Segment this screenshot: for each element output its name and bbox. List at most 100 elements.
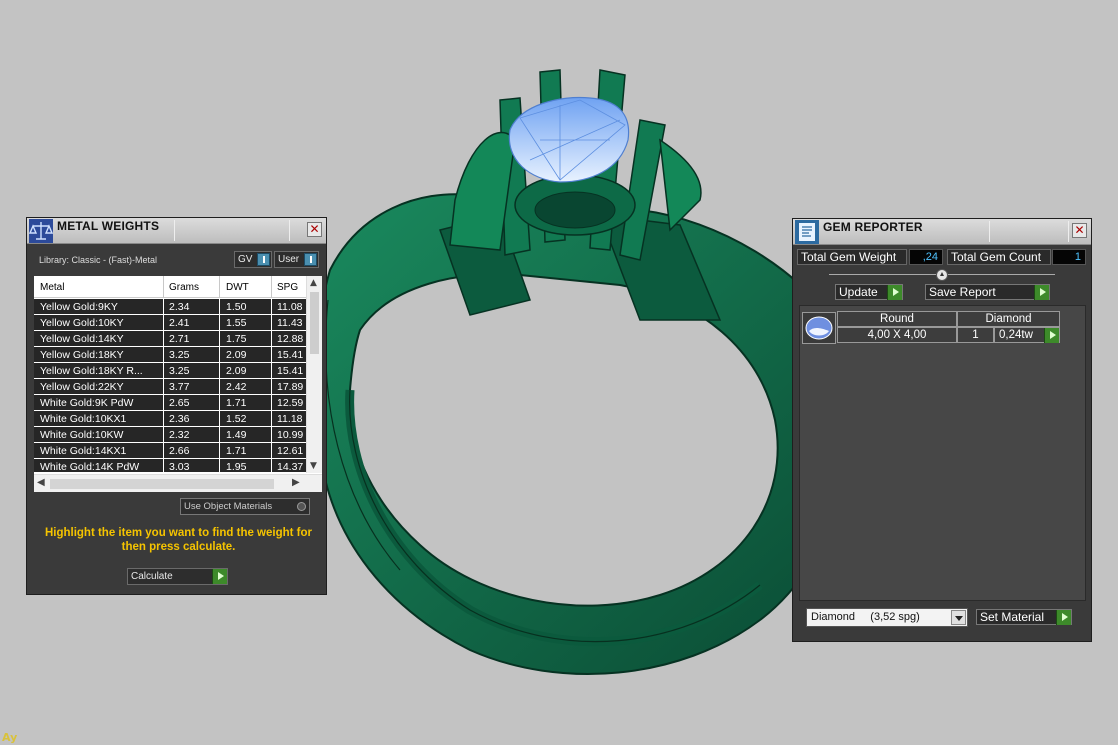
calculate-button[interactable]: Calculate (127, 568, 228, 585)
gem-material-header: Diamond (957, 311, 1060, 327)
total-gem-count-value: 1 (1052, 249, 1086, 265)
table-row[interactable]: White Gold:14K PdW 3.03 1.95 14.37 (34, 459, 306, 472)
size-slider-handle[interactable] (936, 269, 948, 281)
gem-shape-header: Round (837, 311, 957, 327)
table-cell-metal: Yellow Gold:18KY (40, 349, 124, 361)
gem-reporter-panel: GEM REPORTER ✕ Total Gem Weight ,24 Tota… (792, 218, 1092, 642)
total-gem-weight-label: Total Gem Weight (797, 249, 907, 265)
table-cell-metal: White Gold:14KX1 (40, 445, 127, 457)
table-cell-metal: White Gold:10KX1 (40, 413, 127, 425)
table-cell-grams: 3.25 (169, 349, 190, 361)
table-row[interactable]: Yellow Gold:18KY 3.25 2.09 15.41 (34, 347, 306, 363)
round-gem-icon[interactable] (802, 312, 836, 344)
gem-weight-value: 0,24tw (999, 329, 1033, 341)
gv-toggle[interactable]: GV (234, 251, 272, 268)
play-arrow-icon (212, 569, 227, 584)
gem-reporter-title: GEM REPORTER (823, 220, 923, 234)
table-cell-grams: 2.65 (169, 397, 190, 409)
table-cell-spg: 11.08 (277, 301, 303, 313)
radio-icon (297, 502, 306, 511)
column-header-dwt[interactable]: DWT (226, 282, 249, 293)
info-icon (304, 253, 317, 266)
scroll-right-icon[interactable]: ▶ (292, 477, 300, 488)
column-header-metal[interactable]: Metal (40, 282, 64, 293)
close-icon[interactable]: ✕ (1072, 223, 1087, 238)
table-cell-dwt: 2.09 (226, 349, 247, 361)
table-row[interactable]: Yellow Gold:18KY R... 3.25 2.09 15.41 (34, 363, 306, 379)
table-cell-grams: 2.34 (169, 301, 190, 313)
table-cell-spg: 12.88 (277, 333, 304, 345)
table-cell-dwt: 1.71 (226, 445, 247, 457)
table-cell-metal: Yellow Gold:18KY R... (40, 365, 143, 377)
table-cell-spg: 10.99 (277, 429, 304, 441)
table-row[interactable]: Yellow Gold:14KY 2.71 1.75 12.88 (34, 331, 306, 347)
table-row[interactable]: White Gold:10KW 2.32 1.49 10.99 (34, 427, 306, 443)
scroll-up-icon[interactable]: ▲ (310, 278, 317, 288)
table-cell-dwt: 2.09 (226, 365, 247, 377)
table-row[interactable]: Yellow Gold:22KY 3.77 2.42 17.89 (34, 379, 306, 395)
table-cell-grams: 3.03 (169, 461, 190, 472)
table-cell-metal: Yellow Gold:22KY (40, 381, 124, 393)
gem-weight-cell[interactable]: 0,24tw (994, 327, 1060, 343)
save-report-button[interactable]: Save Report (925, 284, 1050, 300)
column-header-grams[interactable]: Grams (169, 282, 199, 293)
scroll-left-icon[interactable]: ◀ (37, 477, 45, 488)
scroll-down-icon[interactable]: ▼ (310, 461, 317, 471)
scroll-thumb[interactable] (310, 292, 319, 354)
material-select[interactable]: Diamond (3,52 spg) (806, 608, 968, 627)
table-cell-dwt: 1.95 (226, 461, 247, 472)
table-cell-spg: 17.89 (277, 381, 304, 393)
gv-label: GV (238, 254, 253, 265)
table-cell-spg: 11.18 (277, 413, 303, 425)
titlebar-separator (1068, 221, 1069, 242)
table-row[interactable]: Yellow Gold:9KY 2.34 1.50 11.08 (34, 299, 306, 315)
table-cell-grams: 2.71 (169, 333, 190, 345)
use-object-materials-toggle[interactable]: Use Object Materials (180, 498, 310, 515)
chevron-down-icon[interactable] (951, 610, 966, 625)
update-label: Update (839, 285, 878, 299)
titlebar-separator (174, 220, 175, 241)
metal-weights-panel: METAL WEIGHTS ✕ Library: Classic - (Fast… (26, 217, 327, 595)
horizontal-scrollbar[interactable]: ◀ ▶ (34, 474, 322, 492)
user-toggle[interactable]: User (274, 251, 319, 268)
table-cell-metal: Yellow Gold:10KY (40, 317, 124, 329)
table-row[interactable]: White Gold:10KX1 2.36 1.52 11.18 (34, 411, 306, 427)
titlebar-separator (289, 220, 290, 241)
play-arrow-icon (1034, 285, 1049, 300)
close-icon[interactable]: ✕ (307, 222, 322, 237)
set-material-label: Set Material (980, 610, 1045, 624)
table-cell-metal: Yellow Gold:9KY (40, 301, 118, 313)
metal-weights-titlebar[interactable]: METAL WEIGHTS ✕ (27, 218, 326, 244)
app-logo: Ay (2, 731, 18, 744)
metal-table[interactable]: Metal Grams DWT SPG Yellow Gold:9KY 2.34 1… (34, 276, 322, 492)
table-cell-dwt: 1.49 (226, 429, 247, 441)
table-cell-dwt: 1.71 (226, 397, 247, 409)
scroll-thumb[interactable] (50, 479, 274, 489)
table-cell-grams: 2.36 (169, 413, 190, 425)
play-arrow-icon[interactable] (1044, 328, 1059, 343)
gem-size-cell[interactable]: 4,00 X 4,00 (837, 327, 957, 343)
play-arrow-icon (1056, 610, 1071, 625)
table-body: Yellow Gold:9KY 2.34 1.50 11.08 Yellow Gold:… (34, 299, 306, 472)
table-row[interactable]: Yellow Gold:10KY 2.41 1.55 11.43 (34, 315, 306, 331)
instruction-text: Highlight the item you want to find the … (44, 527, 313, 553)
table-cell-spg: 14.37 (277, 461, 304, 472)
column-header-spg[interactable]: SPG (277, 282, 298, 293)
library-label: Library: Classic - (Fast)-Metal (39, 255, 158, 265)
table-cell-dwt: 1.55 (226, 317, 247, 329)
set-material-button[interactable]: Set Material (976, 609, 1072, 625)
save-report-label: Save Report (929, 285, 996, 299)
table-cell-metal: White Gold:9K PdW (40, 397, 134, 409)
user-label: User (278, 254, 300, 265)
info-icon (257, 253, 270, 266)
play-arrow-icon (887, 285, 902, 300)
update-button[interactable]: Update (835, 284, 903, 300)
gem-reporter-titlebar[interactable]: GEM REPORTER ✕ (793, 219, 1091, 245)
table-row[interactable]: White Gold:14KX1 2.66 1.71 12.61 (34, 443, 306, 459)
total-gem-weight-value: ,24 (909, 249, 943, 265)
metal-weights-title: METAL WEIGHTS (57, 219, 160, 233)
gem-count-cell[interactable]: 1 (957, 327, 994, 343)
table-row[interactable]: White Gold:9K PdW 2.65 1.71 12.59 (34, 395, 306, 411)
vertical-scrollbar[interactable]: ▲ ▼ (306, 276, 322, 473)
material-select-value: Diamond (3,52 spg) (811, 611, 920, 623)
